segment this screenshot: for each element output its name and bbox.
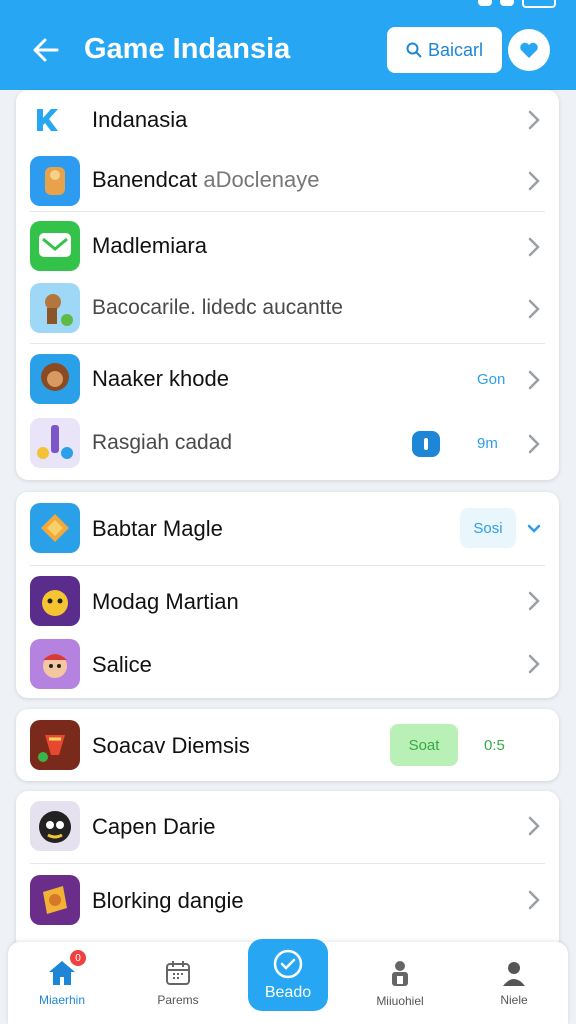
list-item[interactable]: Capen Darie <box>16 793 559 859</box>
tab-label: Parems <box>157 993 199 1007</box>
status-pill[interactable]: Soat <box>390 724 458 766</box>
chevron-right-icon <box>528 816 540 836</box>
item-tag-pill[interactable]: Sosi <box>460 508 516 548</box>
item-tag: Gon <box>477 371 506 388</box>
game-app-icon <box>30 720 80 770</box>
toggle-indicator[interactable] <box>412 431 440 457</box>
search-button-label: Baicarl <box>427 39 484 60</box>
list-item[interactable]: Rasgiah cadad 9m <box>16 412 559 474</box>
list-item[interactable]: Babtar Magle Sosi <box>16 496 559 560</box>
divider <box>30 211 545 212</box>
wifi-icon <box>500 0 514 6</box>
game-app-icon <box>30 418 80 468</box>
tab-label: Miaerhin <box>38 993 86 1007</box>
game-list-card: Babtar Magle Sosi Modag Martian Salice <box>16 492 559 698</box>
list-item-name: Salice <box>92 652 152 677</box>
chevron-right-icon <box>528 591 540 611</box>
list-item[interactable]: Banendcat aDoclenaye <box>16 150 559 212</box>
person-icon <box>503 962 525 986</box>
game-list-card: Soacav Diemsis Soat 0:5 <box>16 709 559 781</box>
arrow-left-icon <box>33 38 59 62</box>
list-item-name: Banendcat aDoclenaye <box>92 167 320 193</box>
chevron-right-icon <box>528 370 540 390</box>
list-item-name: Babtar Magle <box>92 516 223 541</box>
tab-center-action[interactable]: Beado <box>248 939 328 1011</box>
tab-params[interactable]: Parems <box>128 942 228 1024</box>
list-item-name: Modag Martian <box>92 589 239 614</box>
game-app-icon <box>30 156 80 206</box>
calendar-icon <box>166 961 190 985</box>
list-item-name: Soacav Diemsis <box>92 733 250 758</box>
person-badge-icon <box>392 961 408 986</box>
chevron-right-icon <box>528 434 540 454</box>
message-app-icon <box>30 221 80 271</box>
item-name-text: Banendcat <box>92 167 198 192</box>
signal-icon <box>478 0 492 6</box>
page-title: Game Indansia <box>84 33 291 65</box>
tab-members[interactable]: Miiuohiel <box>350 942 450 1024</box>
item-tag: 0:5 <box>484 737 505 754</box>
game-app-icon <box>30 801 80 851</box>
list-item-name: Rasgiah cadad <box>92 431 233 454</box>
list-item[interactable]: Soacav Diemsis Soat 0:5 <box>16 713 559 777</box>
toggle-bar <box>424 438 428 450</box>
status-bar <box>478 0 556 10</box>
list-item-name: Capen Darie <box>92 814 216 839</box>
list-item[interactable]: Modag Martian <box>16 569 559 633</box>
battery-icon <box>522 0 556 8</box>
bottom-tab-bar: 0 Miaerhin Parems Beado Miiuohiel Niele <box>8 939 568 1024</box>
chevron-right-icon <box>528 654 540 674</box>
chevron-right-icon <box>528 237 540 257</box>
game-app-icon <box>30 503 80 553</box>
tab-label: Niele <box>500 993 528 1007</box>
tab-label: Miiuohiel <box>376 994 424 1008</box>
game-app-icon <box>30 283 80 333</box>
section-title: Indanasia <box>92 107 188 132</box>
chevron-right-icon <box>528 299 540 319</box>
tab-label: Beado <box>264 984 312 1001</box>
favorite-button[interactable] <box>508 29 550 71</box>
game-app-icon <box>30 576 80 626</box>
game-list-card: Indanasia Banendcat aDoclenaye Madlemiar… <box>16 90 559 480</box>
game-app-icon <box>30 875 80 925</box>
divider <box>30 343 545 344</box>
check-circle-icon <box>273 949 303 979</box>
heart-icon <box>520 42 538 58</box>
game-app-icon <box>30 354 80 404</box>
list-item-name: Madlemiara <box>92 233 207 258</box>
list-item[interactable]: Blorking dangie <box>16 867 559 933</box>
divider <box>30 565 545 566</box>
list-item[interactable]: Naaker khode Gon <box>16 348 559 410</box>
game-app-icon <box>30 639 80 689</box>
item-tag: 9m <box>477 435 498 452</box>
chevron-right-icon <box>528 171 540 191</box>
search-icon <box>406 42 422 58</box>
app-header: Game Indansia Baicarl <box>0 0 576 90</box>
back-button[interactable] <box>26 30 66 70</box>
chevron-right-icon <box>528 890 540 910</box>
chevron-down-icon[interactable] <box>527 524 541 534</box>
list-item-name: Blorking dangie <box>92 888 244 913</box>
list-item[interactable]: Salice <box>16 632 559 696</box>
game-list-card: Capen Darie Blorking dangie <box>16 791 559 951</box>
chevron-right-icon <box>528 110 540 130</box>
notification-badge: 0 <box>70 950 86 966</box>
list-item-name: Bacocarile. lidedc aucantte <box>92 296 343 319</box>
tab-profile[interactable]: Niele <box>464 942 564 1024</box>
item-subtitle: aDoclenaye <box>203 167 320 192</box>
section-header-row[interactable]: Indanasia <box>16 90 559 150</box>
divider <box>30 863 545 864</box>
list-item[interactable]: Madlemiara <box>16 215 559 277</box>
list-item-name: Naaker khode <box>92 366 229 391</box>
search-button[interactable]: Baicarl <box>387 27 502 73</box>
list-item[interactable]: Bacocarile. lidedc aucantte <box>16 277 559 339</box>
tab-home[interactable]: 0 Miaerhin <box>12 942 112 1024</box>
k-logo-icon <box>30 95 64 145</box>
